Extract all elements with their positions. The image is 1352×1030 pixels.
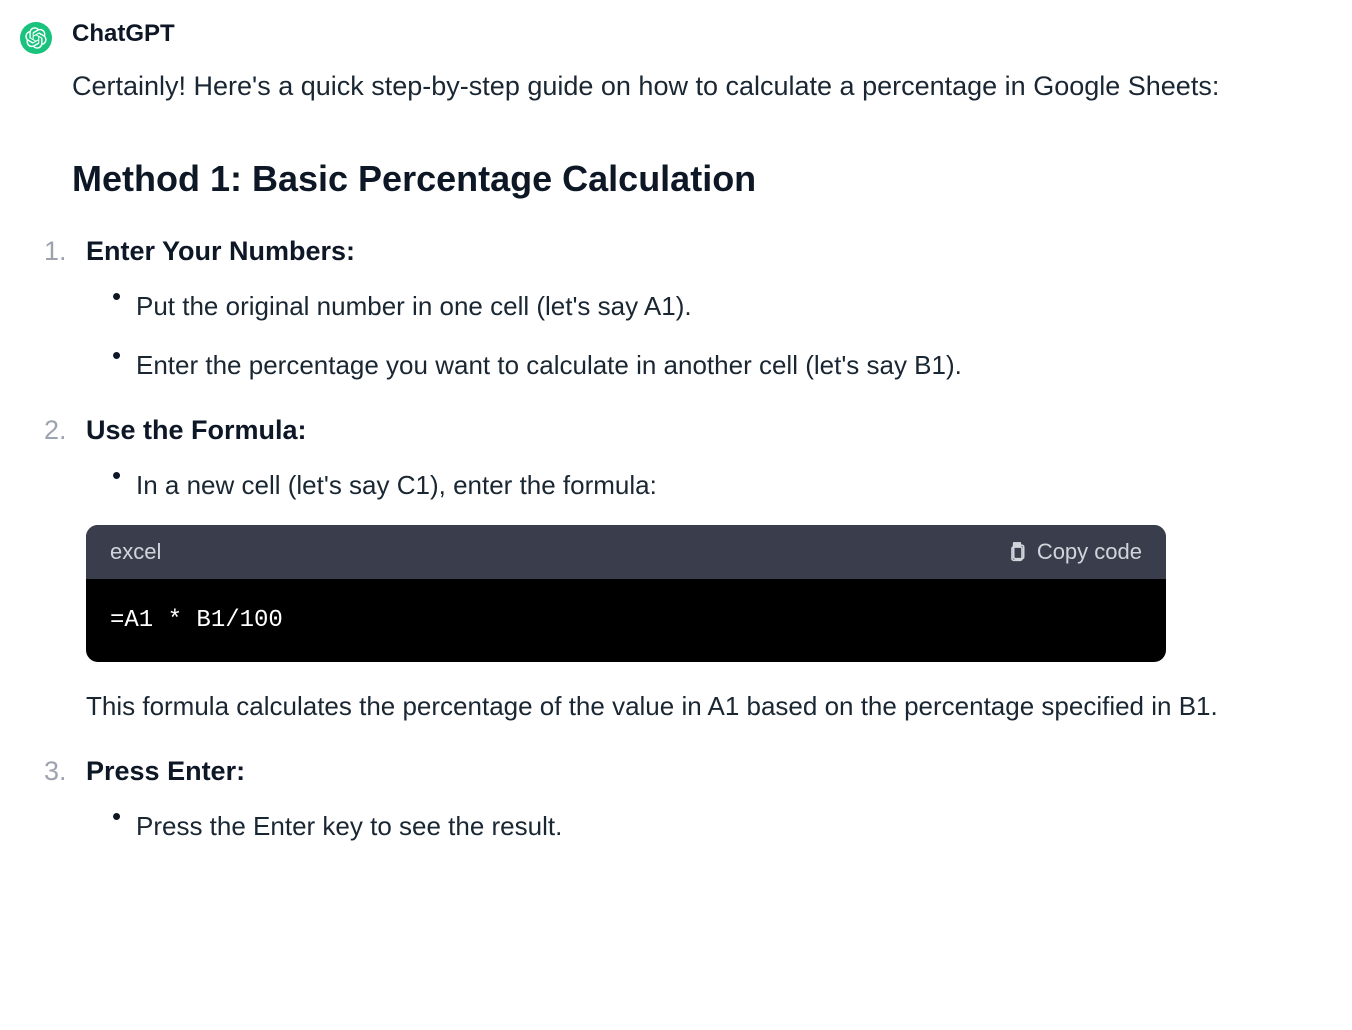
step-item: Enter Your Numbers: Put the original num… (44, 236, 1272, 385)
step-bullets: Put the original number in one cell (let… (86, 287, 1272, 385)
step-item: Use the Formula: In a new cell (let's sa… (44, 415, 1272, 726)
code-body: =A1 * B1/100 (86, 579, 1166, 662)
code-block: excel Copy code (86, 525, 1166, 662)
step-bullets: Press the Enter key to see the result. (86, 807, 1272, 846)
step-title: Enter Your Numbers: (86, 236, 1272, 267)
bullet-item: In a new cell (let's say C1), enter the … (112, 466, 1272, 505)
bullet-item: Enter the percentage you want to calcula… (112, 346, 1272, 385)
message-container: ChatGPT Certainly! Here's a quick step-b… (20, 20, 1332, 876)
intro-text: Certainly! Here's a quick step-by-step g… (72, 66, 1272, 108)
bullet-item: Press the Enter key to see the result. (112, 807, 1272, 846)
code-header: excel Copy code (86, 525, 1166, 579)
copy-code-label: Copy code (1037, 539, 1142, 565)
code-language-label: excel (110, 539, 161, 565)
steps-list: Enter Your Numbers: Put the original num… (44, 236, 1272, 846)
message-content: ChatGPT Certainly! Here's a quick step-b… (72, 20, 1272, 876)
method-heading: Method 1: Basic Percentage Calculation (72, 158, 1272, 200)
step-bullets: In a new cell (let's say C1), enter the … (86, 466, 1272, 505)
openai-icon (25, 27, 47, 49)
clipboard-icon (1007, 542, 1027, 562)
code-content: =A1 * B1/100 (110, 607, 1142, 634)
code-explanation: This formula calculates the percentage o… (86, 686, 1272, 726)
assistant-avatar (20, 22, 52, 54)
step-item: Press Enter: Press the Enter key to see … (44, 756, 1272, 846)
bullet-item: Put the original number in one cell (let… (112, 287, 1272, 326)
step-title: Use the Formula: (86, 415, 1272, 446)
copy-code-button[interactable]: Copy code (1007, 539, 1142, 565)
author-name: ChatGPT (72, 20, 1272, 48)
step-title: Press Enter: (86, 756, 1272, 787)
